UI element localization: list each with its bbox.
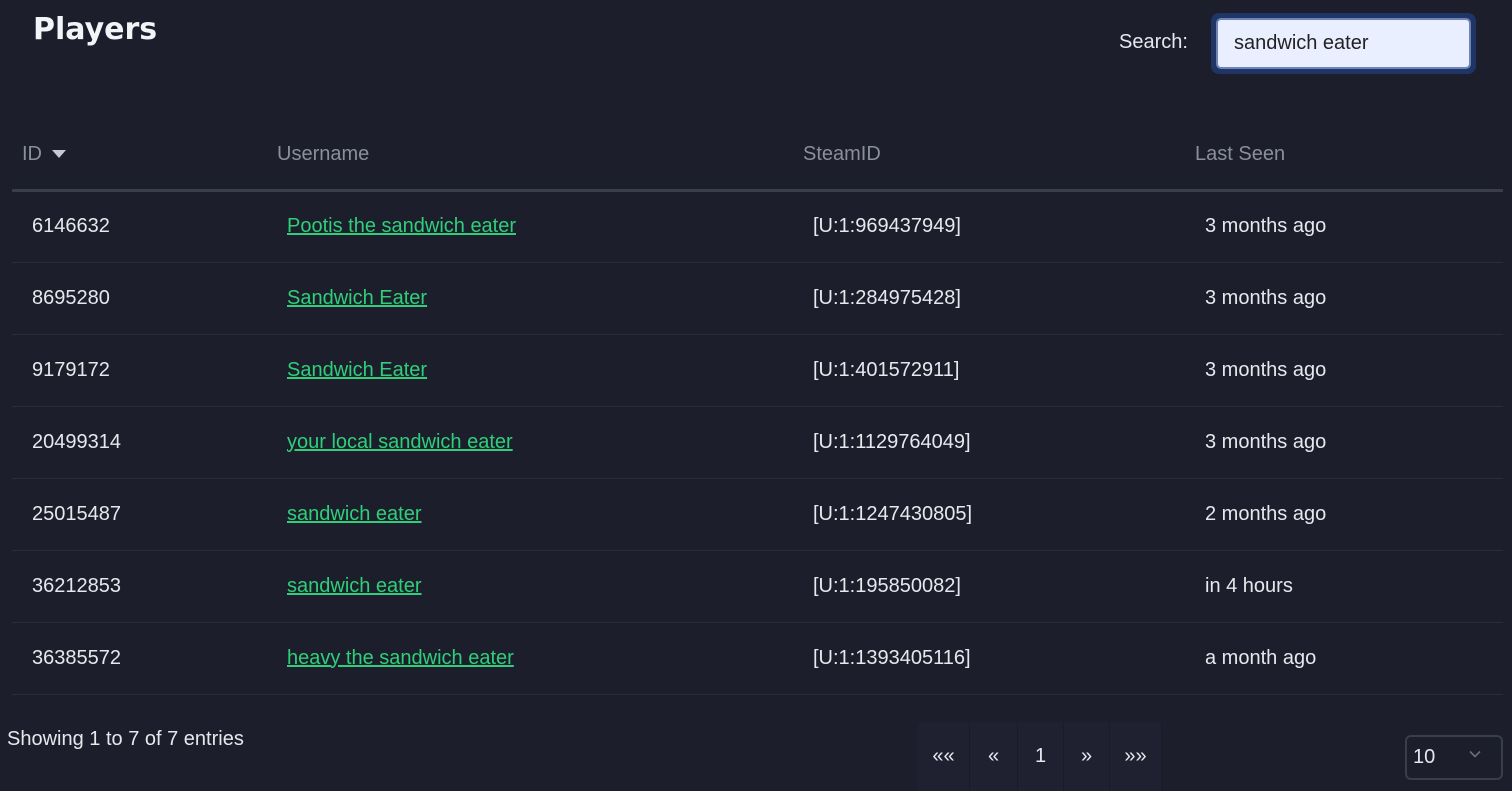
table-row: 25015487 sandwich eater [U:1:1247430805]…	[12, 478, 1503, 551]
player-id: 36212853	[12, 550, 266, 623]
player-username-link[interactable]: your local sandwich eater	[287, 431, 513, 453]
player-id: 8695280	[12, 262, 266, 335]
search-focus-ring	[1211, 13, 1476, 74]
player-steamid: [U:1:969437949]	[792, 190, 1184, 263]
table-row: 6146632 Pootis the sandwich eater [U:1:9…	[12, 190, 1503, 263]
table-info: Showing 1 to 7 of 7 entries	[7, 728, 244, 750]
player-last-seen: 3 months ago	[1184, 262, 1503, 335]
table-row: 36212853 sandwich eater [U:1:195850082] …	[12, 550, 1503, 623]
player-id: 25015487	[12, 478, 266, 551]
player-id: 36385572	[12, 622, 266, 695]
last-page-button[interactable]: »»	[1110, 722, 1162, 791]
player-username-link[interactable]: sandwich eater	[287, 503, 422, 525]
sort-desc-icon	[52, 150, 66, 159]
chevron-down-icon	[1469, 750, 1481, 758]
previous-page-button[interactable]: «	[970, 722, 1018, 791]
player-username-link[interactable]: Sandwich Eater	[287, 359, 427, 381]
column-header-id-label: ID	[22, 142, 42, 165]
table-row: 36385572 heavy the sandwich eater [U:1:1…	[12, 622, 1503, 695]
table-header-row: ID Username SteamID Last Seen	[12, 120, 1503, 192]
player-last-seen: 3 months ago	[1184, 406, 1503, 479]
player-steamid: [U:1:1247430805]	[792, 478, 1184, 551]
players-page: Players Search: ID Username SteamID Last…	[0, 0, 1512, 791]
table-row: 9179172 Sandwich Eater [U:1:401572911] 3…	[12, 334, 1503, 407]
player-last-seen: 2 months ago	[1184, 478, 1503, 551]
first-page-button[interactable]: ««	[918, 722, 970, 791]
player-last-seen: 3 months ago	[1184, 190, 1503, 263]
players-table: ID Username SteamID Last Seen 6146632 Po…	[12, 120, 1503, 695]
table-row: 20499314 your local sandwich eater [U:1:…	[12, 406, 1503, 479]
player-steamid: [U:1:401572911]	[792, 334, 1184, 407]
player-username-link[interactable]: Pootis the sandwich eater	[287, 215, 516, 237]
table-row: 8695280 Sandwich Eater [U:1:284975428] 3…	[12, 262, 1503, 335]
player-last-seen: a month ago	[1184, 622, 1503, 695]
player-steamid: [U:1:1393405116]	[792, 622, 1184, 695]
player-steamid: [U:1:195850082]	[792, 550, 1184, 623]
player-id: 9179172	[12, 334, 266, 407]
next-page-button[interactable]: »	[1064, 722, 1110, 791]
page-length-value: 10	[1413, 746, 1436, 768]
column-header-username[interactable]: Username	[266, 120, 792, 192]
search-label: Search:	[1119, 31, 1188, 53]
player-username-link[interactable]: sandwich eater	[287, 575, 422, 597]
player-id: 6146632	[12, 190, 266, 263]
pagination: «« « 1 » »»	[918, 722, 1162, 791]
column-header-last-seen[interactable]: Last Seen	[1184, 120, 1503, 192]
player-id: 20499314	[12, 406, 266, 479]
player-last-seen: in 4 hours	[1184, 550, 1503, 623]
player-username-link[interactable]: heavy the sandwich eater	[287, 647, 514, 669]
page-1-button[interactable]: 1	[1018, 722, 1064, 791]
player-steamid: [U:1:284975428]	[792, 262, 1184, 335]
player-steamid: [U:1:1129764049]	[792, 406, 1184, 479]
player-last-seen: 3 months ago	[1184, 334, 1503, 407]
page-title: Players	[33, 12, 158, 47]
column-header-id[interactable]: ID	[12, 120, 266, 192]
player-username-link[interactable]: Sandwich Eater	[287, 287, 427, 309]
search-input[interactable]	[1216, 18, 1471, 69]
page-length-select[interactable]: 10	[1405, 735, 1503, 780]
column-header-steamid[interactable]: SteamID	[792, 120, 1184, 192]
